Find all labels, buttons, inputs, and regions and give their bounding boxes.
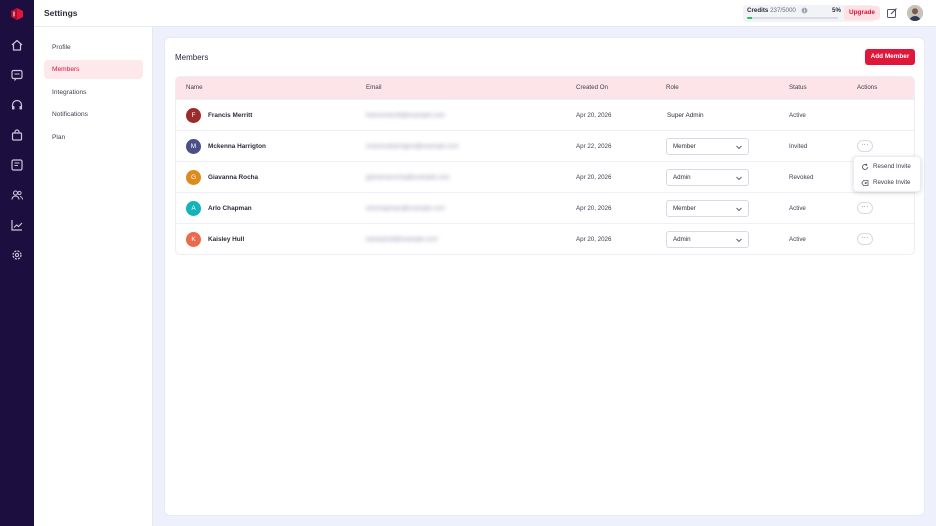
- shopping-bag-icon[interactable]: [10, 128, 24, 142]
- table-row: G Giavanna Rocha giavannarocha@example.c…: [176, 161, 914, 192]
- row-actions-button[interactable]: ···: [857, 140, 873, 152]
- section-title: Members: [175, 53, 209, 62]
- menu-item-label: Revoke Invite: [873, 179, 911, 186]
- users-icon[interactable]: [10, 188, 24, 202]
- created-on: Apr 20, 2026: [576, 112, 612, 119]
- refresh-icon: [861, 163, 869, 171]
- upgrade-button[interactable]: Upgrade: [844, 6, 880, 20]
- edit-icon[interactable]: [886, 7, 898, 19]
- add-member-button[interactable]: Add Member: [865, 49, 915, 65]
- column-header-name[interactable]: Name: [186, 84, 203, 91]
- nav-item-plan[interactable]: Plan: [44, 128, 143, 147]
- nav-item-profile[interactable]: Profile: [44, 38, 143, 57]
- chevron-down-icon: [735, 174, 743, 182]
- member-name: Giavanna Rocha: [208, 174, 259, 181]
- app-logo[interactable]: [10, 7, 24, 21]
- member-name: Kaisley Hull: [208, 236, 245, 243]
- member-name: Arlo Chapman: [208, 205, 252, 212]
- role-select-value: Admin: [673, 236, 691, 243]
- headset-icon[interactable]: [10, 98, 24, 112]
- members-table: Name Email Created On Role Status Action…: [175, 76, 915, 255]
- table-row: A Arlo Chapman arlochapman@example.com A…: [176, 192, 914, 223]
- role-select[interactable]: Member: [666, 138, 749, 155]
- user-avatar[interactable]: [907, 5, 923, 21]
- role-select-value: Admin: [673, 174, 691, 181]
- table-row: K Kaisley Hull kaisleyhull@example.com A…: [176, 223, 914, 254]
- page-title: Settings: [44, 8, 78, 18]
- row-actions-button[interactable]: ···: [857, 202, 873, 214]
- chevron-down-icon: [735, 236, 743, 244]
- column-header-created[interactable]: Created On: [576, 84, 608, 91]
- role-select-value: Member: [673, 143, 696, 150]
- menu-item-label: Resend Invite: [873, 163, 911, 170]
- gear-icon[interactable]: [10, 248, 24, 262]
- nav-item-notifications[interactable]: Notifications: [44, 105, 143, 124]
- home-icon[interactable]: [10, 38, 24, 52]
- role-label: Super Admin: [667, 112, 704, 119]
- nav-item-integrations[interactable]: Integrations: [44, 83, 143, 102]
- column-header-actions: Actions: [857, 84, 878, 91]
- chevron-down-icon: [735, 205, 743, 213]
- member-email: giavannarocha@example.com: [366, 174, 450, 181]
- member-name: Mckenna Harrigton: [208, 143, 266, 150]
- member-avatar: K: [186, 232, 201, 247]
- member-email: kaisleyhull@example.com: [366, 236, 438, 243]
- table-row: M Mckenna Harrigton mckennaharrigton@exa…: [176, 130, 914, 161]
- credits-percent: 5%: [832, 7, 841, 14]
- info-icon[interactable]: [801, 7, 808, 14]
- members-panel: Members Add Member Name Email Created On…: [164, 37, 925, 516]
- member-avatar: A: [186, 201, 201, 216]
- member-name: Francis Merritt: [208, 112, 253, 119]
- member-avatar: M: [186, 139, 201, 154]
- content-icon[interactable]: [10, 158, 24, 172]
- column-header-status[interactable]: Status: [789, 84, 807, 91]
- member-email: francismerritt@example.com: [366, 112, 445, 119]
- status-label: Invited: [789, 143, 808, 150]
- created-on: Apr 20, 2026: [576, 236, 612, 243]
- messages-icon[interactable]: [10, 68, 24, 82]
- table-row: F Francis Merritt francismerritt@example…: [176, 99, 914, 130]
- settings-nav: Profile Members Integrations Notificatio…: [34, 27, 153, 526]
- role-select[interactable]: Member: [666, 200, 749, 217]
- credits-progress-fill: [747, 17, 752, 19]
- revoke-invite-menu-item[interactable]: Revoke Invite: [854, 175, 922, 191]
- status-label: Active: [789, 112, 806, 119]
- column-header-role[interactable]: Role: [666, 84, 679, 91]
- role-select[interactable]: Admin: [666, 169, 749, 186]
- member-email: arlochapman@example.com: [366, 205, 445, 212]
- created-on: Apr 20, 2026: [576, 174, 612, 181]
- member-avatar: G: [186, 170, 201, 185]
- resend-invite-menu-item[interactable]: Resend Invite: [854, 159, 922, 175]
- analytics-icon[interactable]: [10, 218, 24, 232]
- member-avatar: F: [186, 108, 201, 123]
- table-header: Name Email Created On Role Status Action…: [176, 77, 914, 99]
- top-bar: Settings Credits 237/5000 5% Upgrade: [34, 0, 936, 27]
- credits-label: Credits: [747, 7, 769, 14]
- created-on: Apr 22, 2026: [576, 143, 612, 150]
- row-actions-button[interactable]: ···: [857, 233, 873, 245]
- nav-item-members[interactable]: Members: [44, 60, 143, 79]
- credits-value: 237/5000: [770, 7, 796, 14]
- created-on: Apr 20, 2026: [576, 205, 612, 212]
- row-actions-menu: Resend Invite Revoke Invite: [853, 156, 921, 192]
- column-header-email[interactable]: Email: [366, 84, 381, 91]
- status-label: Revoked: [789, 174, 814, 181]
- credits-progress-bar: [747, 17, 838, 19]
- backspace-icon: [861, 179, 869, 187]
- status-label: Active: [789, 236, 806, 243]
- chevron-down-icon: [735, 143, 743, 151]
- member-email: mckennaharrigton@example.com: [366, 143, 459, 150]
- role-select-value: Member: [673, 205, 696, 212]
- app-rail: [0, 0, 34, 526]
- role-select[interactable]: Admin: [666, 231, 749, 248]
- status-label: Active: [789, 205, 806, 212]
